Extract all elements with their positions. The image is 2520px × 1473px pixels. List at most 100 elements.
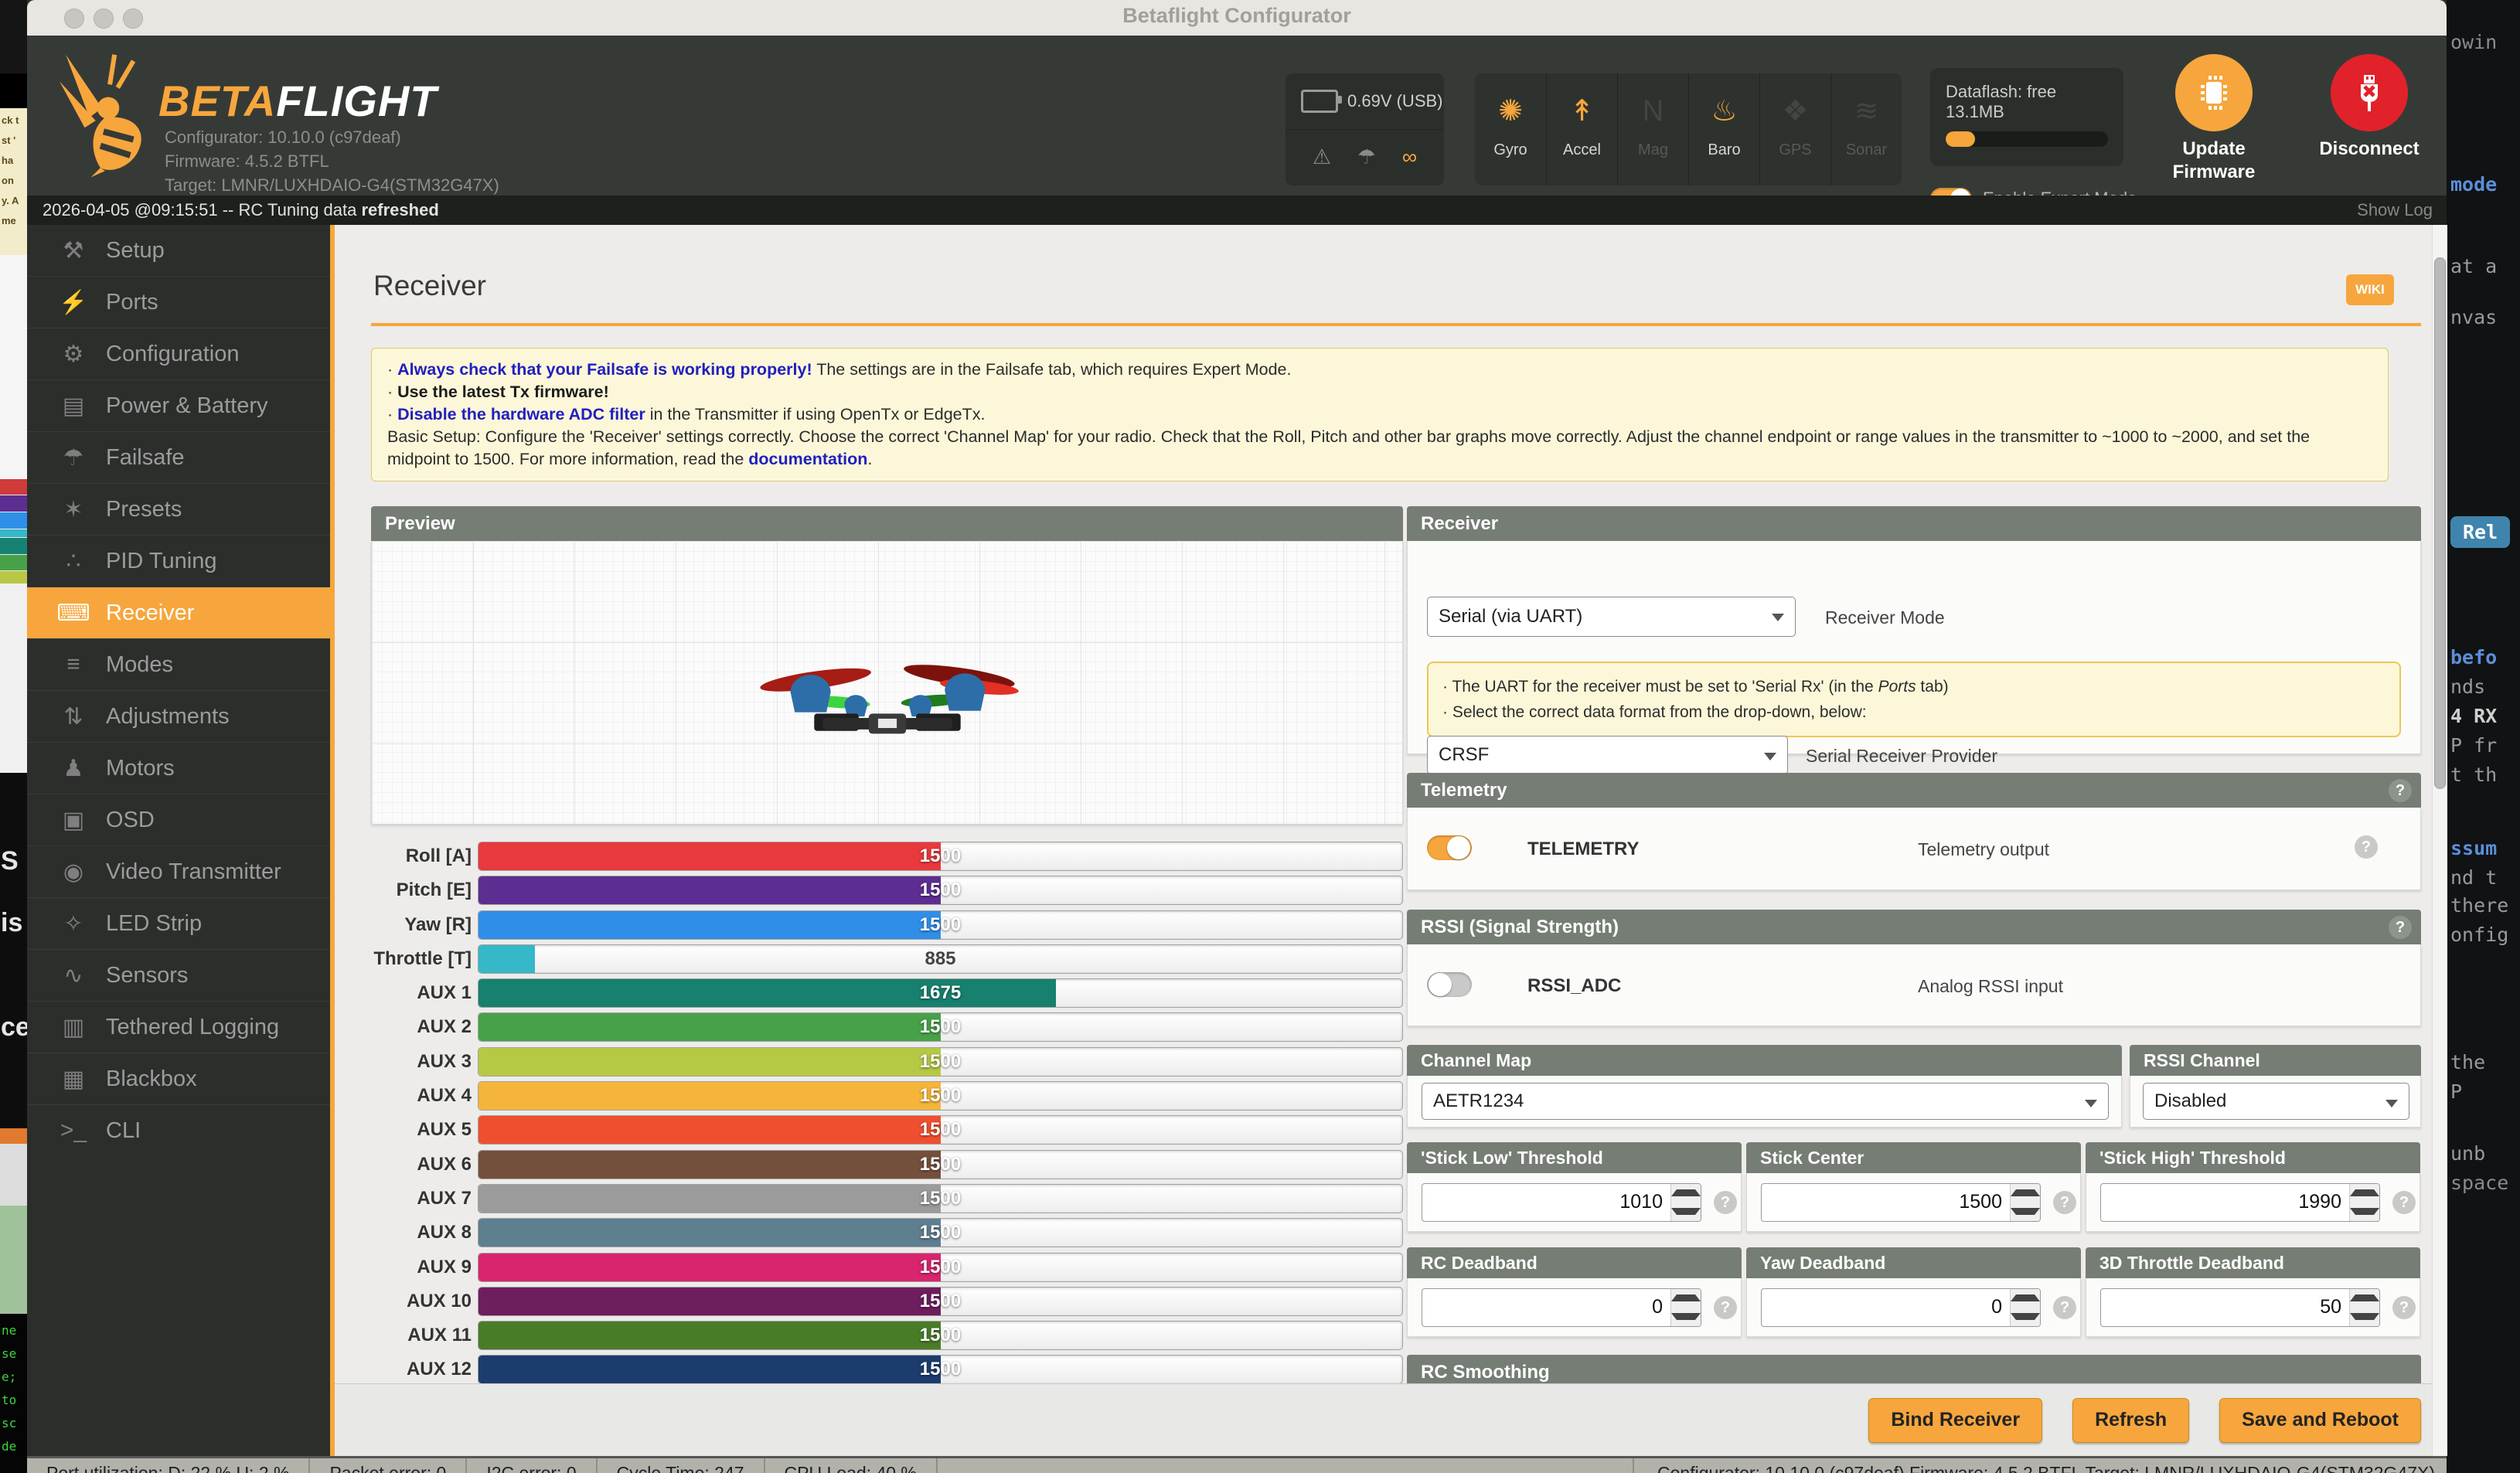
update-firmware-label[interactable]: Update Firmware [2144,138,2283,184]
spinner-down-icon[interactable] [1671,1203,1701,1221]
save-and-reboot-button[interactable]: Save and Reboot [2219,1398,2421,1443]
update-firmware-button[interactable] [2175,54,2253,131]
number-spinner[interactable] [2349,1289,2379,1326]
channel-row: Pitch [E] 1500 [371,876,1403,904]
spinner-up-icon[interactable] [1671,1289,1701,1308]
refresh-button[interactable]: Refresh [2072,1398,2189,1443]
number-spinner[interactable] [2010,1289,2040,1326]
model-preview-canvas[interactable] [371,541,1403,825]
spinner-up-icon[interactable] [1671,1184,1701,1203]
sidebar-item-label: OSD [106,808,155,833]
deadband-help-icon[interactable]: ? [2053,1296,2076,1319]
code-fragment: P [2450,1080,2462,1103]
sidebar-item[interactable]: ▥ Tethered Logging [27,1001,330,1053]
sidebar-item[interactable]: ♟ Motors [27,742,330,794]
threshold-help-icon[interactable]: ? [2392,1191,2416,1214]
deadband-help-icon[interactable]: ? [2392,1296,2416,1319]
failsafe-link[interactable]: Always check that your Failsafe is worki… [397,360,812,379]
spinner-down-icon[interactable] [1671,1308,1701,1326]
number-spinner[interactable] [2010,1184,2040,1221]
zoom-button[interactable] [123,9,143,29]
receiver-mode-select[interactable]: Serial (via UART) [1427,597,1796,637]
code-fragment: there [2450,894,2508,917]
adc-filter-link[interactable]: Disable the hardware ADC filter [397,405,645,424]
disconnect-label[interactable]: Disconnect [2300,138,2439,161]
channel-label: AUX 7 [371,1188,478,1209]
sidebar-item[interactable]: ⌨ Receiver [27,587,330,638]
threshold-input[interactable]: 1010 [1422,1183,1701,1222]
chip-icon [2194,73,2234,113]
sidebar-item-icon: ▦ [56,1066,90,1093]
threshold-value[interactable]: 1500 [1762,1184,2010,1221]
documentation-link[interactable]: documentation [748,450,867,468]
sidebar-item[interactable]: ∴ PID Tuning [27,535,330,587]
spinner-up-icon[interactable] [2350,1184,2379,1203]
sidebar-item[interactable]: ⇅ Adjustments [27,690,330,742]
preview-panel: Preview [371,506,1403,825]
sidebar-item[interactable]: ▦ Blackbox [27,1053,330,1104]
channel-map-select[interactable]: AETR1234 [1422,1083,2109,1120]
rssi-adc-toggle[interactable] [1427,972,1472,997]
minimize-button[interactable] [94,9,114,29]
sidebar-item-label: Ports [106,290,158,315]
threshold-help-icon[interactable]: ? [2053,1191,2076,1214]
threshold-input[interactable]: 1500 [1761,1183,2041,1222]
close-button[interactable] [64,9,84,29]
telemetry-switch-name: TELEMETRY [1527,839,1639,860]
sensor-indicator: ✺ Gyro [1475,73,1546,185]
bind-receiver-button[interactable]: Bind Receiver [1868,1398,2042,1443]
channel-value: 1500 [478,911,1402,939]
number-spinner[interactable] [1670,1184,1701,1221]
threshold-input[interactable]: 1990 [2100,1183,2380,1222]
spinner-up-icon[interactable] [2011,1289,2040,1308]
sidebar-item[interactable]: ▣ OSD [27,794,330,845]
channel-row: AUX 8 1500 [371,1219,1403,1247]
sidebar-item[interactable]: ▤ Power & Battery [27,379,330,431]
spinner-down-icon[interactable] [2011,1308,2040,1326]
spinner-down-icon[interactable] [2350,1203,2379,1221]
background-color-bar [0,555,27,570]
number-spinner[interactable] [1670,1289,1701,1326]
sidebar-item[interactable]: ⚡ Ports [27,276,330,328]
sidebar-item[interactable]: ⚒ Setup [27,225,330,276]
sidebar-item[interactable]: ≡ Modes [27,638,330,690]
number-spinner[interactable] [2349,1184,2379,1221]
sidebar-item-label: Setup [106,238,165,264]
sidebar-item[interactable]: ⚙ Configuration [27,328,330,379]
channel-row: AUX 6 1500 [371,1151,1403,1179]
deadband-input[interactable]: 0 [1761,1288,2041,1327]
threshold-value[interactable]: 1990 [2101,1184,2349,1221]
scrollbar-thumb[interactable] [2434,257,2446,789]
sidebar-item[interactable]: ✧ LED Strip [27,897,330,949]
telemetry-toggle[interactable] [1427,835,1472,860]
rssi-channel-select[interactable]: Disabled [2143,1083,2409,1120]
deadband-input[interactable]: 0 [1422,1288,1701,1327]
rssi-help-icon[interactable]: ? [2389,916,2412,939]
rssi-channel-header: RSSI Channel [2130,1045,2421,1076]
telemetry-help-icon[interactable]: ? [2389,779,2412,802]
sidebar-item[interactable]: ∿ Sensors [27,949,330,1001]
sidebar-item[interactable]: ☂ Failsafe [27,431,330,483]
sidebar-item[interactable]: ◉ Video Transmitter [27,845,330,897]
content-scrollbar[interactable] [2432,225,2447,1456]
channel-map-header: Channel Map [1407,1045,2122,1076]
threshold-help-icon[interactable]: ? [1714,1191,1737,1214]
spinner-up-icon[interactable] [2350,1289,2379,1308]
deadband-value[interactable]: 0 [1762,1289,2010,1326]
deadband-value[interactable]: 50 [2101,1289,2349,1326]
background-text-fragment: ha [2,155,13,166]
telemetry-row-help-icon[interactable]: ? [2355,835,2378,859]
serial-provider-select[interactable]: CRSF [1427,736,1788,774]
deadband-input[interactable]: 50 [2100,1288,2380,1327]
deadband-help-icon[interactable]: ? [1714,1296,1737,1319]
spinner-up-icon[interactable] [2011,1184,2040,1203]
threshold-value[interactable]: 1010 [1422,1184,1670,1221]
disconnect-button[interactable] [2331,54,2408,131]
spinner-down-icon[interactable] [2011,1203,2040,1221]
background-terminal-fragment: sc [2,1416,16,1430]
spinner-down-icon[interactable] [2350,1308,2379,1326]
sidebar-item[interactable]: >_ CLI [27,1104,330,1156]
deadband-value[interactable]: 0 [1422,1289,1670,1326]
sidebar-item[interactable]: ✶ Presets [27,483,330,535]
show-log-button[interactable]: Show Log [2357,196,2433,225]
